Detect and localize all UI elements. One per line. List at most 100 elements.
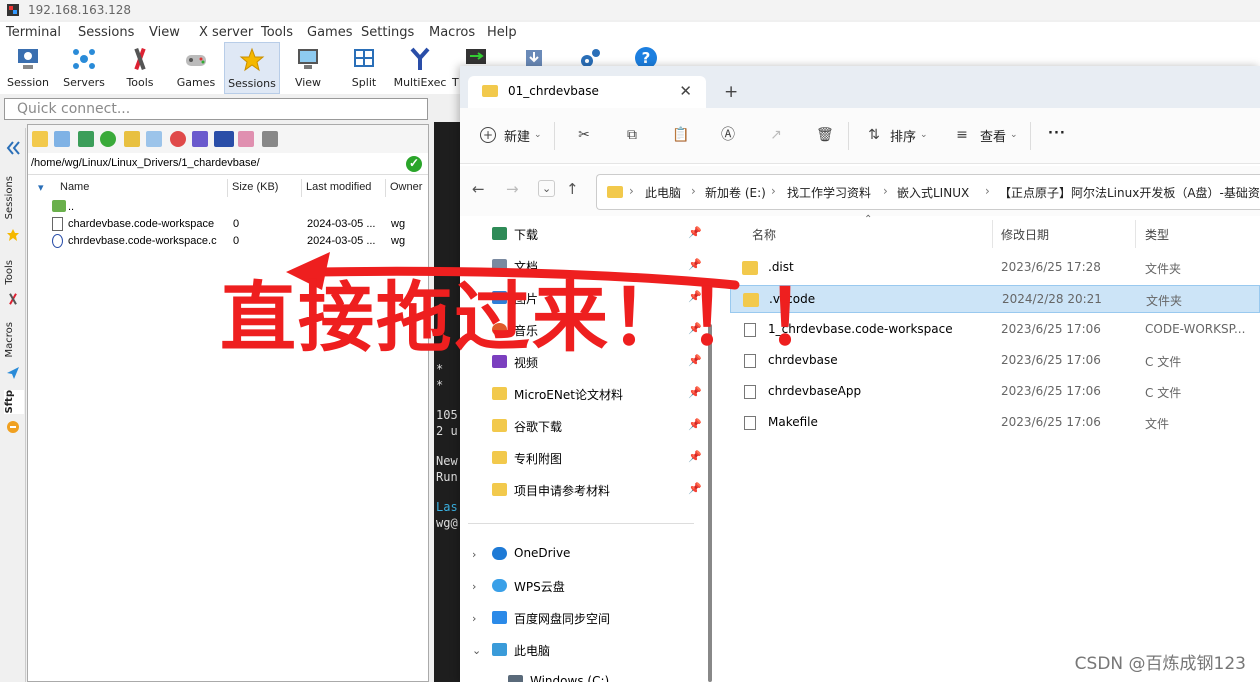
pin-icon[interactable]: 📌 (688, 450, 702, 463)
recent-locations-chevron-icon[interactable]: ⌄ (538, 180, 556, 197)
multiexec-button[interactable]: MultiExec (392, 42, 448, 94)
delete-trash-icon[interactable]: 🗑 (816, 127, 834, 143)
rename-icon[interactable] (192, 131, 208, 147)
nav-item-folder[interactable]: 项目申请参考材料 📌 (492, 480, 702, 502)
download-icon[interactable] (54, 131, 70, 147)
quick-connect-input[interactable]: Quick connect... (4, 98, 428, 120)
breadcrumb-item[interactable]: 新加卷 (E:) (705, 184, 766, 201)
file-type: 文件夹 (1146, 294, 1183, 308)
side-tab-sessions[interactable]: Sessions (4, 176, 24, 219)
side-tab-sftp[interactable]: Sftp (4, 390, 24, 414)
servers-button[interactable]: Servers (56, 42, 112, 94)
menu-games[interactable]: Games (307, 25, 352, 40)
delete-icon[interactable] (170, 131, 186, 147)
window-title: 192.168.163.128 (28, 3, 132, 17)
breadcrumb[interactable]: › 此电脑 › 新加卷 (E:) › 找工作学习资料 › 嵌入式LINUX › … (596, 174, 1260, 210)
tools-button[interactable]: Tools (112, 42, 168, 94)
rename-icon[interactable]: Ⓐ (720, 127, 736, 143)
path-ok-check-icon[interactable] (406, 156, 422, 172)
terminal-follow-icon[interactable] (214, 131, 234, 147)
pin-icon[interactable]: 📌 (688, 418, 702, 431)
nav-scrollbar[interactable] (708, 324, 712, 682)
nav-item-onedrive[interactable]: OneDrive (492, 544, 702, 566)
up-arrow-icon[interactable]: ↑ (566, 180, 579, 198)
up-folder-icon[interactable] (32, 131, 48, 147)
view-list-icon[interactable]: ≡ (954, 127, 970, 143)
permissions-icon[interactable] (238, 131, 254, 147)
back-arrow-icon[interactable]: ← (472, 180, 485, 198)
chevron-right-icon[interactable]: › (472, 580, 476, 593)
menu-terminal[interactable]: Terminal (6, 25, 61, 40)
new-file-icon[interactable] (146, 131, 162, 147)
column-last-modified[interactable]: Last modified (306, 181, 371, 193)
paste-icon[interactable]: 📋 (672, 127, 689, 143)
nav-item-folder[interactable]: 谷歌下载 📌 (492, 416, 702, 438)
nav-item-folder[interactable]: MicroENet论文材料 📌 (492, 384, 702, 406)
menu-sessions[interactable]: Sessions (78, 25, 134, 40)
watermark: CSDN @百炼成钢123 (1074, 654, 1246, 674)
breadcrumb-item[interactable]: 【正点原子】阿尔法Linux开发板（A盘）-基础资料 (999, 184, 1260, 201)
view-icon (298, 49, 318, 69)
more-options-button[interactable]: ··· (1048, 126, 1066, 141)
split-button[interactable]: Split (336, 42, 392, 94)
nav-item-folder[interactable]: 专利附图 📌 (492, 448, 702, 470)
sessions-button[interactable]: Sessions (224, 42, 280, 94)
nav-item-wps-cloud[interactable]: WPS云盘 (492, 576, 702, 598)
pin-icon[interactable]: 📌 (688, 386, 702, 399)
share-icon[interactable]: ↗ (768, 127, 784, 143)
new-tab-plus-icon[interactable]: + (724, 82, 738, 102)
new-button[interactable]: 新建 (504, 126, 530, 145)
breadcrumb-item[interactable]: 此电脑 (645, 184, 681, 201)
column-name[interactable]: 名称 (752, 226, 776, 243)
column-date-modified[interactable]: 修改日期 (1001, 226, 1049, 243)
refresh-icon[interactable] (100, 131, 116, 147)
upload-icon[interactable] (78, 131, 94, 147)
breadcrumb-item[interactable]: 找工作学习资料 (787, 184, 871, 201)
column-type[interactable]: 类型 (1145, 226, 1169, 243)
sort-button[interactable]: 排序 (890, 126, 916, 145)
nav-item-baidu-netdisk[interactable]: 百度网盘同步空间 (492, 608, 702, 630)
collapse-double-chevron-icon[interactable] (5, 140, 21, 156)
menu-settings[interactable]: Settings (361, 25, 414, 40)
menu-macros[interactable]: Macros (429, 25, 475, 40)
explorer-tab[interactable]: 01_chrdevbase ✕ (468, 76, 706, 108)
sftp-file-row[interactable]: chardevbase.code-workspace 0 2024-03-05 … (28, 216, 428, 233)
side-tab-tools[interactable]: Tools (4, 260, 24, 285)
column-size[interactable]: Size (KB) (232, 181, 278, 193)
menu-x-server[interactable]: X server (199, 25, 253, 40)
sftp-file-row[interactable]: chrdevbase.code-workspace.c 0 2024-03-05… (28, 233, 428, 250)
file-row[interactable]: Makefile 2023/6/25 17:06 文件 (730, 409, 1260, 437)
chevron-right-icon[interactable]: › (472, 612, 476, 625)
chevron-right-icon[interactable]: › (472, 548, 476, 561)
pin-icon[interactable]: 📌 (688, 226, 702, 239)
new-folder-icon[interactable] (124, 131, 140, 147)
side-tab-macros[interactable]: Macros (4, 322, 24, 357)
nav-item-drive-c[interactable]: Windows (C:) (508, 672, 718, 682)
games-button[interactable]: Games (168, 42, 224, 94)
forward-arrow-icon[interactable]: → (506, 180, 519, 198)
new-plus-icon[interactable]: + (480, 127, 496, 143)
close-icon[interactable]: ✕ (679, 82, 692, 100)
hide-icon[interactable] (262, 131, 278, 147)
session-button[interactable]: Session (0, 42, 56, 94)
column-name[interactable]: Name (60, 181, 89, 193)
nav-item-this-pc[interactable]: 此电脑 (492, 640, 702, 662)
menu-help[interactable]: Help (487, 25, 517, 40)
view-button[interactable]: View (280, 42, 336, 94)
menu-tools[interactable]: Tools (261, 25, 293, 40)
sftp-path-field[interactable]: /home/wg/Linux/Linux_Drivers/1_chardevba… (28, 153, 428, 175)
view-button[interactable]: 查看 (980, 126, 1006, 145)
menu-view[interactable]: View (149, 25, 180, 40)
file-row[interactable]: chrdevbaseApp 2023/6/25 17:06 C 文件 (730, 378, 1260, 406)
column-owner[interactable]: Owner (390, 181, 422, 193)
pin-icon[interactable]: 📌 (688, 482, 702, 495)
copy-icon[interactable]: ⧉ (624, 127, 640, 143)
computer-icon (492, 643, 507, 656)
pin-icon[interactable]: 📌 (688, 258, 702, 271)
sftp-parent-row[interactable]: .. (28, 199, 428, 216)
breadcrumb-item[interactable]: 嵌入式LINUX (897, 184, 969, 201)
cut-icon[interactable]: ✂ (576, 127, 592, 143)
chevron-down-icon[interactable]: ⌄ (472, 644, 481, 657)
sort-icon[interactable]: ⇅ (866, 127, 882, 143)
nav-item-downloads[interactable]: 下载 📌 (492, 224, 702, 246)
